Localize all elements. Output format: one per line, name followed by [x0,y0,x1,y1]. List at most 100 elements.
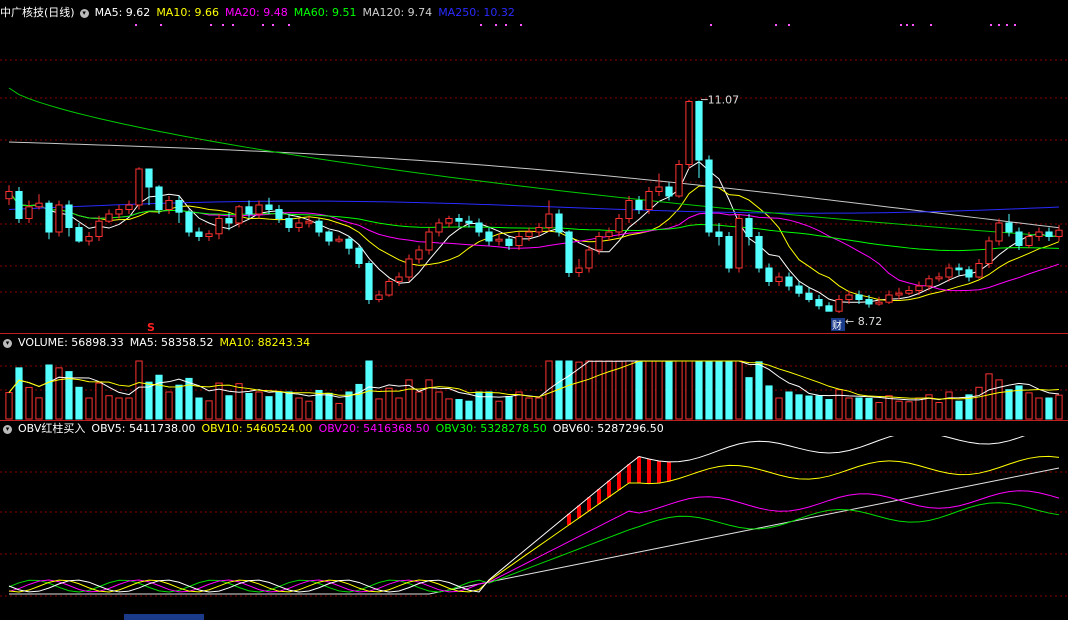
candle [125,204,133,210]
event-dot [775,24,777,26]
candle [25,206,33,220]
indicator-toggle-icon[interactable]: ▾ [79,8,89,18]
volume-bar [945,391,953,420]
volume-bar [425,379,433,420]
candle [215,218,223,235]
candle [685,101,693,165]
candle [635,200,643,210]
candle [1015,231,1023,246]
candle [945,267,953,278]
event-dot [710,24,712,26]
obv-buy-bar [607,480,611,497]
event-dot [160,24,162,26]
candle [255,204,263,215]
volume-bar [875,402,883,420]
volume-bar [305,400,313,420]
candle [145,168,153,188]
volume-bar [705,360,713,420]
volume-bar [895,400,903,420]
candle [745,218,753,237]
candle [295,222,303,228]
candle [565,231,573,273]
volume-bar [645,360,653,420]
volume-bar [495,400,503,420]
candle [185,211,193,233]
obv-buy-bar [647,459,651,484]
candle [75,227,83,242]
candle [385,281,393,296]
volume-bar [365,360,373,420]
candle [355,247,363,264]
volume-bar [415,391,423,420]
candle [535,227,543,233]
volume-bar [265,396,273,420]
obv60-line [9,467,1060,595]
volume-bar [145,381,153,420]
candle [755,236,763,269]
obv-chart[interactable] [0,436,1068,620]
volume-bar [95,382,103,420]
volume-bar [565,360,573,420]
volume-bar [545,360,553,420]
volume-bar [275,391,283,420]
event-dot [495,24,497,26]
obv-indicators: OBV红柱买入 OBV5: 5411738.00 OBV10: 5460524.00… [18,422,670,435]
indicator-toggle-icon[interactable]: ▾ [3,424,12,434]
obv-panel-header: ▾ OBV红柱买入 OBV5: 5411738.00 OBV10: 5460524.0… [0,422,676,436]
volume-bar [635,360,643,420]
candle [515,236,523,246]
ma60-long-line [8,87,1060,237]
volume-bar [685,360,693,420]
volume-bar [675,360,683,420]
indicator-toggle-icon[interactable]: ▾ [3,338,12,348]
candle [45,202,53,233]
ma-indicator-0: MA5: 9.62 [94,6,151,19]
candle [315,220,323,233]
candle [335,238,343,242]
volume-bar [905,401,913,420]
volume-bar [325,392,333,420]
volume-bar [885,395,893,420]
event-dot [912,24,914,26]
volume-bar [395,397,403,420]
event-dot [900,24,902,26]
candle [505,238,513,246]
candle [655,186,663,192]
candle [1055,229,1063,237]
volume-bar [225,395,233,420]
candle [865,299,873,305]
candle [645,191,653,210]
volume-bar [485,391,493,420]
volume-bar [995,379,1003,420]
candle [245,206,253,215]
candle [195,231,203,237]
volume-bar [535,397,543,420]
event-dot [222,24,224,26]
volume-bar [155,374,163,420]
candle [1025,236,1033,246]
volume-bar [835,389,843,420]
volume-bar [955,400,963,420]
volume-chart[interactable] [0,350,1068,420]
candle [445,218,453,224]
event-dot [998,24,1000,26]
ma120-line [8,141,1060,229]
volume-bar [595,360,603,420]
event-dot [480,24,482,26]
obv-buy-bar [627,464,631,483]
obv10-line [8,455,1060,593]
event-dot [210,24,212,26]
volume-bar [735,360,743,420]
candle [455,218,463,222]
price-chart[interactable]: ─11.07 ← 8.72 S 财 [0,22,1068,332]
volume-bar [655,360,663,420]
candle [625,200,633,219]
volume-bar [785,391,793,420]
volume-bar [335,402,343,420]
candle [585,249,593,269]
candle [425,231,433,251]
candle [825,305,833,312]
volume-bar [235,383,243,420]
candle [35,202,43,208]
candle [465,220,473,224]
